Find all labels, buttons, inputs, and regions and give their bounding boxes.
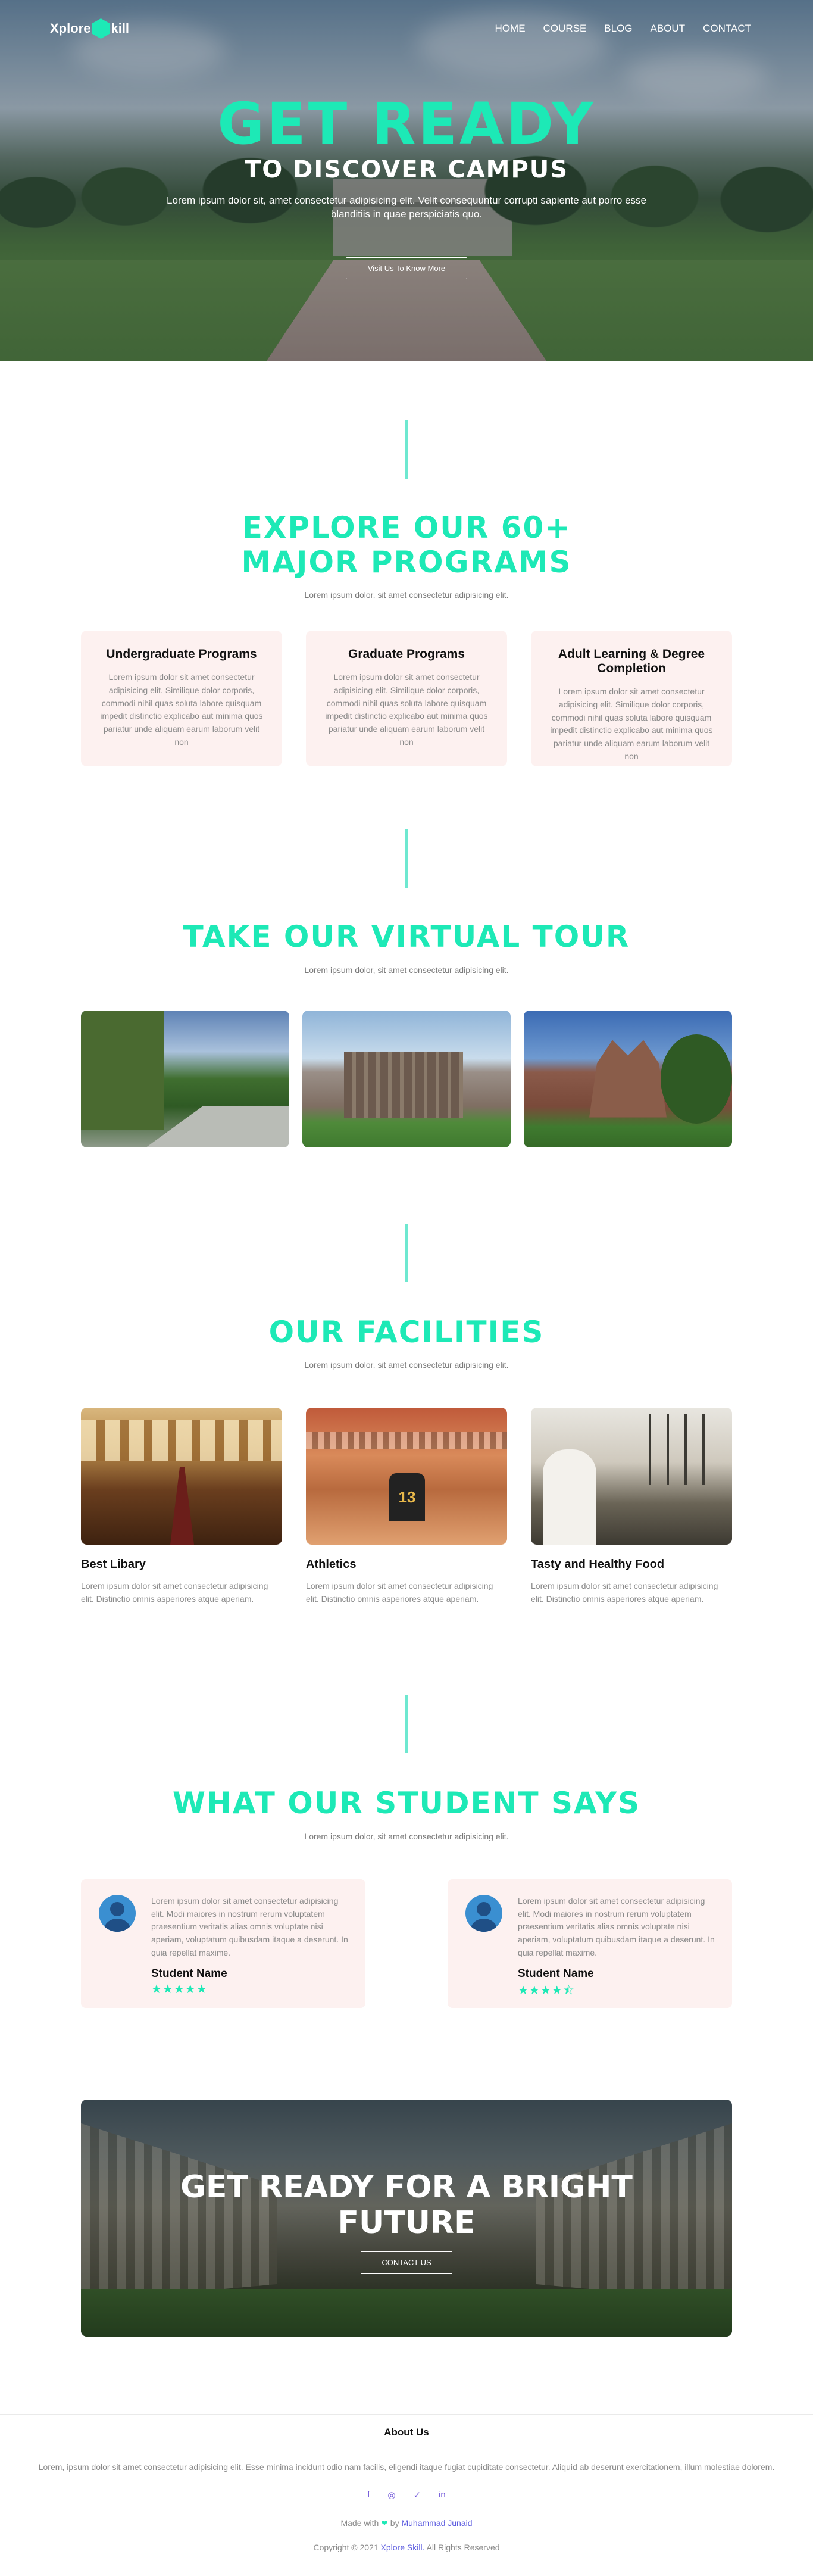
cta-title: GET READY FOR A BRIGHT FUTURE — [81, 2169, 732, 2241]
facility-title: Best Libary — [81, 1558, 146, 1571]
hero-text: Lorem ipsum dolor sit, amet consectetur … — [166, 195, 647, 220]
athletics-photo — [306, 1408, 507, 1545]
testimonials-section: WHAT OUR STUDENT SAYS Lorem ipsum dolor,… — [0, 1605, 813, 2008]
footer: About Us Lorem, ipsum dolor sit amet con… — [0, 2413, 813, 2576]
made-with-text: Made with ❤ by Muhammad Junaid — [0, 2518, 813, 2528]
contact-us-button[interactable]: CONTACT US — [361, 2251, 452, 2274]
facility-text: Lorem ipsum dolor sit amet consectetur a… — [531, 1581, 718, 1604]
tour-section: TAKE OUR VIRTUAL TOUR Lorem ipsum dolor,… — [0, 766, 813, 1147]
visit-us-button[interactable]: Visit Us To Know More — [345, 257, 468, 279]
nav-item-blog[interactable]: BLOG — [604, 23, 632, 35]
brand-logo[interactable]: Xplore kill — [50, 18, 129, 39]
facility-text: Lorem ipsum dolor sit amet consectetur a… — [306, 1581, 493, 1604]
program-card-title: Graduate Programs — [348, 647, 465, 661]
section-divider — [405, 1223, 408, 1282]
programs-subtitle: Lorem ipsum dolor, sit amet consectetur … — [304, 590, 509, 600]
facilities-section: OUR FACILITIES Lorem ipsum dolor, sit am… — [0, 1147, 813, 1606]
star-rating-icon: ★★★★⯪ — [518, 1984, 575, 1998]
testimonials-title: WHAT OUR STUDENT SAYS — [172, 1786, 641, 1821]
nav-menu: HOME COURSE BLOG ABOUT CONTACT — [495, 23, 751, 35]
brand-name-part1: Xplore — [50, 21, 91, 36]
programs-title-line2: MAJOR PROGRAMS — [241, 544, 572, 579]
testimonial-text: Lorem ipsum dolor sit amet consectetur a… — [151, 1895, 348, 1957]
program-card-text: Lorem ipsum dolor sit amet consectetur a… — [325, 672, 488, 747]
linkedin-icon[interactable]: in — [439, 2490, 446, 2500]
facilities-title: OUR FACILITIES — [268, 1314, 545, 1349]
tour-photo-garden[interactable] — [81, 1010, 289, 1147]
star-rating-icon: ★★★★★ — [151, 1983, 208, 1997]
food-photo — [531, 1408, 732, 1545]
footer-about-text: Lorem, ipsum dolor sit amet consectetur … — [38, 2462, 775, 2472]
programs-cards: Undergraduate Programs Lorem ipsum dolor… — [81, 631, 732, 766]
tour-photo-castle[interactable] — [524, 1010, 732, 1147]
social-links: f ◎ ✓ in — [0, 2490, 813, 2500]
facility-athletics[interactable]: Athletics Lorem ipsum dolor sit amet con… — [306, 1408, 507, 1605]
hero-section: Xplore kill HOME COURSE BLOG ABOUT CONTA… — [0, 0, 813, 361]
footer-heading: About Us — [384, 2426, 429, 2438]
testimonial-text: Lorem ipsum dolor sit amet consectetur a… — [518, 1895, 715, 1957]
program-card-undergraduate[interactable]: Undergraduate Programs Lorem ipsum dolor… — [81, 631, 282, 766]
testimonials-list: Lorem ipsum dolor sit amet consectetur a… — [81, 1879, 732, 2008]
navbar: Xplore kill HOME COURSE BLOG ABOUT CONTA… — [0, 0, 813, 57]
made-by: by — [390, 2518, 399, 2528]
copyright-prefix: Copyright © 2021 — [313, 2542, 379, 2552]
cta-title-line2: FUTURE — [337, 2204, 476, 2241]
section-divider — [405, 829, 408, 888]
copyright-suffix: All Rights Reserved — [426, 2542, 500, 2552]
program-card-text: Lorem ipsum dolor sit amet consectetur a… — [100, 672, 263, 747]
section-divider — [405, 420, 408, 479]
avatar — [465, 1894, 502, 1932]
program-card-adult-learning[interactable]: Adult Learning & Degree Completion Lorem… — [531, 631, 732, 766]
programs-title-line1: EXPLORE OUR 60+ — [242, 510, 571, 545]
testimonial-card: Lorem ipsum dolor sit amet consectetur a… — [448, 1879, 732, 2008]
made-prefix: Made with — [340, 2518, 379, 2528]
facility-text: Lorem ipsum dolor sit amet consectetur a… — [81, 1581, 268, 1604]
facility-title: Athletics — [306, 1558, 357, 1571]
author-link[interactable]: Muhammad Junaid — [401, 2518, 472, 2528]
student-name: Student Name — [151, 1967, 227, 1981]
brand-name-part2: kill — [111, 21, 130, 36]
hero-content: GET READY TO DISCOVER CAMPUS Lorem ipsum… — [0, 95, 813, 279]
facilities-subtitle: Lorem ipsum dolor, sit amet consectetur … — [304, 1360, 509, 1370]
facility-food[interactable]: Tasty and Healthy Food Lorem ipsum dolor… — [531, 1408, 732, 1605]
testimonial-card: Lorem ipsum dolor sit amet consectetur a… — [81, 1879, 365, 2008]
nav-item-about[interactable]: ABOUT — [651, 23, 686, 35]
nav-item-course[interactable]: COURSE — [543, 23, 587, 35]
cta-banner: GET READY FOR A BRIGHT FUTURE CONTACT US — [81, 2099, 732, 2337]
nav-item-contact[interactable]: CONTACT — [703, 23, 751, 35]
facebook-icon[interactable]: f — [367, 2490, 370, 2500]
twitter-icon[interactable]: ✓ — [414, 2490, 421, 2500]
cta-title-line1: GET READY FOR A BRIGHT — [180, 2169, 633, 2205]
facilities-list: Best Libary Lorem ipsum dolor sit amet c… — [81, 1408, 732, 1605]
nav-item-home[interactable]: HOME — [495, 23, 526, 35]
copyright: Copyright © 2021 Xplore Skill. All Right… — [0, 2543, 813, 2552]
section-divider — [405, 1695, 408, 1754]
program-card-graduate[interactable]: Graduate Programs Lorem ipsum dolor sit … — [306, 631, 507, 766]
tour-title: TAKE OUR VIRTUAL TOUR — [183, 919, 630, 954]
copyright-brand-link[interactable]: Xplore Skill. — [381, 2543, 425, 2552]
facility-title: Tasty and Healthy Food — [531, 1558, 665, 1571]
program-card-text: Lorem ipsum dolor sit amet consectetur a… — [550, 687, 713, 761]
heart-icon: ❤ — [381, 2518, 388, 2528]
hero-subtitle: TO DISCOVER CAMPUS — [244, 156, 569, 183]
program-card-title: Undergraduate Programs — [106, 647, 257, 661]
cta-section: GET READY FOR A BRIGHT FUTURE CONTACT US — [0, 2008, 813, 2337]
hero-title: GET READY — [217, 91, 596, 157]
testimonials-subtitle: Lorem ipsum dolor, sit amet consectetur … — [304, 1831, 509, 1841]
tour-gallery — [81, 1010, 732, 1147]
tour-subtitle: Lorem ipsum dolor, sit amet consectetur … — [304, 965, 509, 975]
student-name: Student Name — [518, 1967, 594, 1981]
facility-library[interactable]: Best Libary Lorem ipsum dolor sit amet c… — [81, 1408, 282, 1605]
programs-section: EXPLORE OUR 60+ MAJOR PROGRAMS Lorem ips… — [0, 361, 813, 766]
program-card-title: Adult Learning & Degree Completion — [558, 647, 705, 676]
instagram-icon[interactable]: ◎ — [387, 2490, 395, 2500]
avatar — [99, 1894, 136, 1932]
library-photo — [81, 1408, 282, 1545]
tour-photo-building[interactable] — [302, 1010, 511, 1147]
programs-title: EXPLORE OUR 60+ MAJOR PROGRAMS — [0, 510, 813, 579]
hexagon-icon — [92, 18, 110, 39]
